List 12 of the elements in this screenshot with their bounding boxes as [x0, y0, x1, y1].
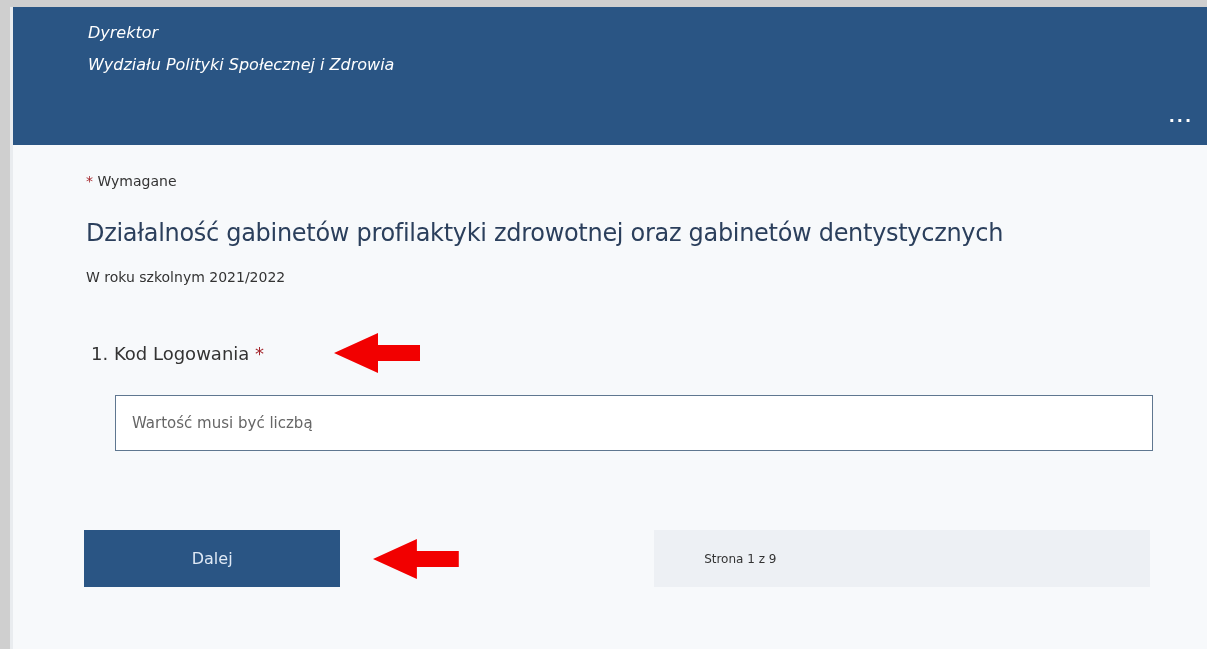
page-indicator-text: Strona 1 z 9 — [704, 551, 777, 566]
next-button[interactable]: Dalej — [84, 530, 341, 587]
answer-field[interactable]: Wartość musi być liczbą — [115, 395, 1153, 451]
form-title: Działalność gabinetów profilaktyki zdrowotnej oraz gabinetów dentystycznych — [86, 219, 1004, 247]
form-subtitle: W roku szkolnym 2021/2022 — [86, 269, 286, 285]
header-text: Wydziału Polityki Społecznej i Zdrowia — [88, 54, 395, 76]
header-text: Dyrektor — [88, 22, 159, 44]
required-note: * Wymagane — [86, 173, 177, 189]
arrow-annotation-icon — [334, 333, 421, 373]
arrow-annotation-icon — [373, 538, 460, 579]
more-options-button[interactable]: ... — [1168, 107, 1193, 126]
question-label: 1. Kod Logowania * — [91, 342, 265, 364]
